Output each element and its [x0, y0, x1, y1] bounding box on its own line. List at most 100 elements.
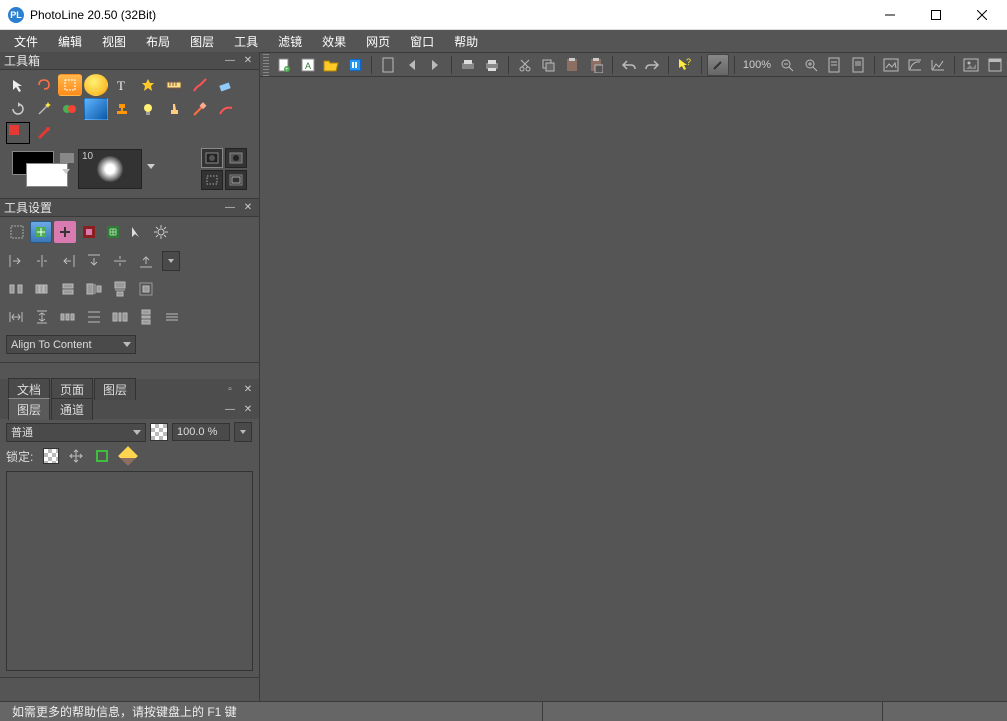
copy-icon[interactable] — [538, 54, 560, 76]
image-b-icon[interactable] — [960, 54, 982, 76]
new-image-icon[interactable]: A — [297, 54, 319, 76]
help-cursor-icon[interactable]: ? — [674, 54, 696, 76]
tool-healing-brush[interactable] — [188, 98, 212, 120]
brush-preview[interactable]: 10 — [78, 149, 142, 189]
layer-minimize-icon[interactable]: — — [223, 402, 237, 416]
menu-help[interactable]: 帮助 — [444, 31, 488, 52]
doc-close-icon[interactable]: ✕ — [241, 382, 255, 396]
canvas-area[interactable] — [260, 77, 1007, 701]
ts-btn-1[interactable] — [6, 221, 28, 243]
space-1-icon[interactable] — [6, 307, 26, 327]
new-file-icon[interactable]: + — [273, 54, 295, 76]
tool-settings-close-icon[interactable]: ✕ — [241, 201, 255, 215]
minimize-button[interactable] — [867, 0, 913, 30]
tool-brush[interactable] — [188, 74, 212, 96]
menu-filter[interactable]: 滤镜 — [268, 31, 312, 52]
toolbar-grip[interactable] — [263, 54, 269, 76]
undo-icon[interactable] — [618, 54, 640, 76]
menu-effect[interactable]: 效果 — [312, 31, 356, 52]
printer-icon[interactable] — [481, 54, 503, 76]
doc-view-a-icon[interactable] — [824, 54, 846, 76]
quickmask-b-icon[interactable] — [225, 148, 247, 168]
lock-transparency-icon[interactable] — [43, 448, 59, 464]
blend-mode-dropdown[interactable]: 普通 — [6, 423, 146, 442]
tool-settings-minimize-icon[interactable]: — — [223, 201, 237, 215]
align-bottom-icon[interactable] — [136, 251, 156, 271]
space-6-icon[interactable] — [136, 307, 156, 327]
maximize-button[interactable] — [913, 0, 959, 30]
image-a-icon[interactable] — [880, 54, 902, 76]
brush-dropdown-icon[interactable] — [147, 164, 155, 169]
stack-icon[interactable] — [344, 54, 366, 76]
tool-crop-region[interactable] — [58, 74, 82, 96]
tool-circle-fill[interactable] — [84, 74, 108, 96]
menu-window[interactable]: 窗口 — [400, 31, 444, 52]
menu-layout[interactable]: 布局 — [136, 31, 180, 52]
align-dropdown-icon[interactable] — [162, 251, 180, 271]
dist-6-icon[interactable] — [136, 279, 156, 299]
align-to-dropdown[interactable]: Align To Content — [6, 335, 136, 354]
toolbox-close-icon[interactable]: ✕ — [241, 54, 255, 68]
page-icon[interactable] — [377, 54, 399, 76]
ts-btn-2[interactable] — [30, 221, 52, 243]
tool-text[interactable]: T — [110, 74, 134, 96]
paste-icon[interactable] — [561, 54, 583, 76]
zoom-in-icon[interactable] — [800, 54, 822, 76]
tool-ruler[interactable] — [162, 74, 186, 96]
close-button[interactable] — [959, 0, 1005, 30]
tool-finger[interactable] — [162, 98, 186, 120]
doc-restore-icon[interactable]: ▫ — [223, 382, 237, 396]
tool-lasso[interactable] — [32, 74, 56, 96]
align-top-icon[interactable] — [84, 251, 104, 271]
tab-document[interactable]: 文档 — [8, 378, 50, 400]
nav-next-icon[interactable] — [425, 54, 447, 76]
tool-arrow[interactable] — [6, 74, 30, 96]
menu-web[interactable]: 网页 — [356, 31, 400, 52]
tool-stamp[interactable] — [110, 98, 134, 120]
menu-layer[interactable]: 图层 — [180, 31, 224, 52]
opacity-field[interactable]: 100.0 % — [172, 423, 230, 441]
open-icon[interactable] — [320, 54, 342, 76]
space-2-icon[interactable] — [32, 307, 52, 327]
tool-bulb[interactable] — [136, 98, 160, 120]
tool-mask[interactable] — [6, 122, 30, 144]
tool-gradient[interactable] — [84, 98, 108, 120]
ts-btn-5[interactable] — [102, 221, 124, 243]
quickmask-a-icon[interactable] — [201, 148, 223, 168]
opacity-dropdown-icon[interactable] — [234, 422, 252, 442]
align-right-icon[interactable] — [58, 251, 78, 271]
ts-btn-4[interactable] — [78, 221, 100, 243]
menu-file[interactable]: 文件 — [4, 31, 48, 52]
align-vcenter-icon[interactable] — [110, 251, 130, 271]
hist-a-icon[interactable] — [904, 54, 926, 76]
align-hcenter-icon[interactable] — [32, 251, 52, 271]
screen-mode-a-icon[interactable] — [201, 170, 223, 190]
space-4-icon[interactable] — [84, 307, 104, 327]
paste-into-icon[interactable] — [585, 54, 607, 76]
ts-btn-3[interactable] — [54, 221, 76, 243]
lock-edit-icon[interactable] — [119, 447, 137, 465]
space-3-icon[interactable] — [58, 307, 78, 327]
color-swatches[interactable] — [12, 151, 72, 187]
dist-5-icon[interactable] — [110, 279, 130, 299]
lock-crop-icon[interactable] — [93, 447, 111, 465]
cut-icon[interactable] — [514, 54, 536, 76]
hist-b-icon[interactable] — [928, 54, 950, 76]
tab-channel-sub[interactable]: 通道 — [51, 398, 93, 420]
fullscreen-icon[interactable] — [984, 54, 1006, 76]
tool-star[interactable] — [136, 74, 160, 96]
color-dropdown-icon[interactable] — [62, 169, 70, 174]
brush-tool-icon[interactable] — [707, 54, 729, 76]
tool-eraser[interactable] — [214, 74, 238, 96]
tab-layer-sub[interactable]: 图层 — [8, 398, 50, 420]
doc-view-b-icon[interactable] — [847, 54, 869, 76]
tool-red-paint[interactable] — [32, 122, 56, 144]
dist-3-icon[interactable] — [58, 279, 78, 299]
ts-btn-6[interactable] — [126, 221, 148, 243]
tool-smudge[interactable] — [214, 98, 238, 120]
space-5-icon[interactable] — [110, 307, 130, 327]
layer-list[interactable] — [6, 471, 253, 671]
menu-edit[interactable]: 编辑 — [48, 31, 92, 52]
dist-1-icon[interactable] — [6, 279, 26, 299]
tab-pages[interactable]: 页面 — [51, 378, 93, 400]
